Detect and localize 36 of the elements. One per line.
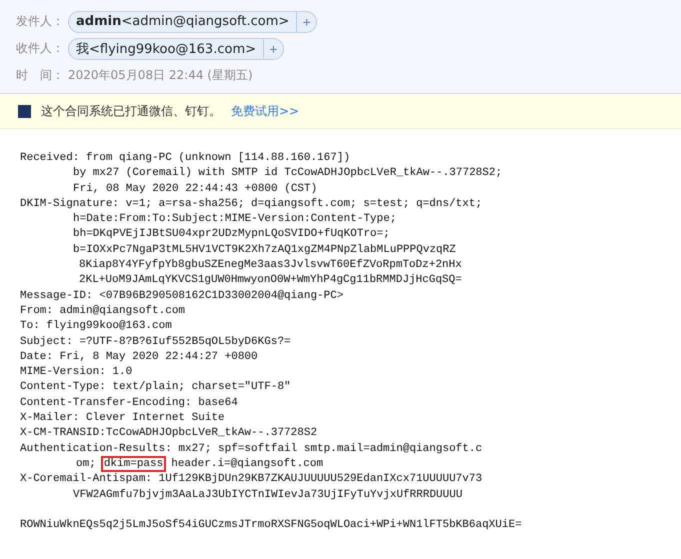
header-line: VFW2AGmfu7bjvjm3AaLaJ3UbIYCTnIWIevJa73UjIFyTuYvjxUfRRRDUUUU: [72, 488, 464, 503]
header-line: ROWNiuWknEQs5q2j5LmJ5oSf54iGUCzmsJTrmoRXSFNG5oqWLOaci+WPi+WN1lFT5bKB6aqXUiE=: [20, 518, 523, 534]
header-line: To: flying99koo@163.com: [20, 319, 173, 334]
header-line: 2KL+UoM9JAmLqYKVCS1gUW0HmwyonO0W+WmYhP4gCg11bRMMDJjHcGqSQ=: [78, 273, 463, 288]
field-label: 收件人：: [16, 40, 65, 57]
contact-chip[interactable]: 我<flying99koo@163.com>: [68, 38, 264, 60]
header-line: Date: Fri, 8 May 2020 22:44:27 +0800: [20, 350, 259, 365]
header-line: bh=DKqPVEjIJBtSU04xpr2UDzMypnLQoSVIDO+fUqKOTro=;: [72, 227, 391, 242]
header-text: om;: [75, 456, 97, 472]
contact-chip[interactable]: admin<admin@qiangsoft.com>: [68, 10, 298, 32]
header-line: 8Kiap8Y4YFyfpYb8gbuSZEnegMe3aas3JvlsvwT60EfZVoRpmToDz+2nHx: [78, 258, 463, 274]
header-text: header.i=@qiangsoft.com: [170, 456, 324, 472]
header-line: From: admin@qiangsoft.com: [20, 304, 186, 319]
add-contact-button[interactable]: +: [264, 38, 284, 60]
add-contact-button[interactable]: +: [297, 10, 318, 32]
header-line: X-CM-TRANSID:TcCowADHJOpbcLVeR_tkAw--.37728S2: [20, 426, 318, 442]
header-line: DKIM-Signature: v=1; a=rsa-sha256; d=qiangsoft.com; s=test; q=dns/txt;: [20, 196, 484, 212]
header-line: Fri, 08 May 2020 22:44:43 +0800 (CST): [72, 182, 318, 197]
header-line: Authentication-Results: mx27; spf=softfail smtp.mail=admin@qiangsoft.c: [20, 442, 484, 457]
header-line: by mx27 (Coremail) with SMTP id TcCowADHJOpbcLVeR_tkAw--.37728S2;: [72, 166, 504, 182]
field-label: 时 间：: [16, 67, 65, 84]
time-value: 2020年05月08日 22:44 (星期五): [68, 67, 253, 84]
highlighted-text: dkim=pass: [100, 456, 166, 472]
header-line: Content-Transfer-Encoding: base64: [20, 396, 239, 411]
header-line: h=Date:From:To:Subject:MIME-Version:Content-Type;: [72, 212, 398, 228]
notice-text: 这个合同系统已打通微信、钉钉。: [41, 102, 221, 120]
header-line: X-Coremail-Antispam: 1Uf129KBjDUn29KB7ZKAUJUUUUU529EdanIXcx71UUUUU7v73: [20, 472, 484, 488]
header-line: Message-ID: <07B96B290508162C1D33002004@qiang-PC>: [20, 288, 344, 304]
header-line: Subject: =?UTF-8?B?6Iuf552B5qOL5byD6KGs?=: [20, 334, 292, 350]
header-line: Content-Type: text/plain; charset="UTF-8": [20, 380, 292, 396]
header-line: X-Mailer: Clever Internet Suite: [20, 411, 226, 426]
header-line: MIME-Version: 1.0: [20, 365, 134, 380]
field-label: 发件人：: [16, 13, 65, 30]
free-trial-link[interactable]: 免费试用>>: [231, 102, 300, 120]
header-line: b=IOXxPc7NgaP3tML5HV1VCT9K2Xh7zAQ1xgZM4PNpZlabMLuPPPQvzqRZ: [72, 242, 457, 258]
header-line: Received: from qiang-PC (unknown [114.88.160.167]): [20, 151, 352, 166]
